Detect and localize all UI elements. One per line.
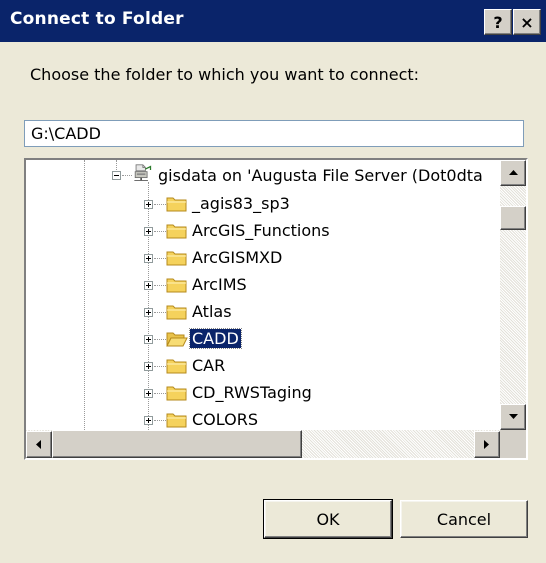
folder-icon <box>166 224 187 239</box>
expand-toggle-icon[interactable] <box>144 254 153 263</box>
arrow-right-icon <box>484 440 489 449</box>
instruction-text: Choose the folder to which you want to c… <box>30 65 420 84</box>
title-bar[interactable]: Connect to Folder ? × <box>0 0 546 42</box>
tree-item-label: ArcGIS_Functions <box>192 221 330 240</box>
ok-button[interactable]: OK <box>263 499 393 539</box>
tree-connector <box>154 393 166 394</box>
folder-icon <box>166 413 187 428</box>
arrow-down-icon <box>508 414 518 419</box>
tree-connector <box>154 420 166 421</box>
tree-item[interactable]: Atlas <box>26 300 500 324</box>
help-button[interactable]: ? <box>484 9 512 35</box>
tree-item[interactable]: ArcGIS_Functions <box>26 219 500 243</box>
folder-path-input[interactable]: G:\CADD <box>24 120 524 147</box>
folder-icon <box>166 251 187 266</box>
tree-item[interactable]: _agis83_sp3 <box>26 192 500 216</box>
cancel-button[interactable]: Cancel <box>400 500 528 538</box>
tree-item[interactable]: ArcGISMXD <box>26 246 500 270</box>
vertical-scrollbar[interactable] <box>500 160 526 430</box>
tree-item-label: CD_RWSTaging <box>192 383 312 402</box>
expand-toggle-icon[interactable] <box>144 227 153 236</box>
tree-connector <box>154 312 166 313</box>
scroll-right-button[interactable] <box>474 431 500 458</box>
arrow-up-icon <box>508 170 518 175</box>
expand-toggle-icon[interactable] <box>144 362 153 371</box>
close-button[interactable]: × <box>513 9 541 35</box>
tree-content: gisdata on 'Augusta File Server (Dot0dta… <box>26 160 500 430</box>
scroll-down-button[interactable] <box>500 404 526 430</box>
tree-item[interactable]: CD_RWSTaging <box>26 381 500 405</box>
tree-connector <box>154 258 166 259</box>
folder-icon <box>166 197 187 212</box>
folder-icon <box>166 305 187 320</box>
tree-connector <box>154 204 166 205</box>
tree-connector <box>154 231 166 232</box>
tree-root-row[interactable]: gisdata on 'Augusta File Server (Dot0dta <box>26 164 500 188</box>
tree-item-label: _agis83_sp3 <box>192 194 290 213</box>
tree-item-label: ArcIMS <box>192 275 247 294</box>
tree-item[interactable]: COLORS <box>26 408 500 430</box>
horizontal-scrollbar[interactable] <box>26 430 500 458</box>
tree-item-selected[interactable]: CADD <box>26 327 500 351</box>
arrow-left-icon <box>36 440 41 449</box>
tree-item[interactable]: CAR <box>26 354 500 378</box>
network-drive-icon <box>134 164 152 181</box>
horizontal-scroll-thumb[interactable] <box>52 430 302 458</box>
tree-connector <box>154 366 166 367</box>
expand-toggle-icon[interactable] <box>144 335 153 344</box>
folder-icon <box>166 386 187 401</box>
tree-item-label: ArcGISMXD <box>192 248 283 267</box>
tree-item[interactable]: ArcIMS <box>26 273 500 297</box>
vertical-scroll-thumb[interactable] <box>500 206 526 230</box>
scroll-left-button[interactable] <box>26 431 52 458</box>
folder-tree[interactable]: gisdata on 'Augusta File Server (Dot0dta… <box>24 158 528 460</box>
scroll-up-button[interactable] <box>500 160 526 186</box>
expand-toggle-icon[interactable] <box>144 200 153 209</box>
tree-item-label: Atlas <box>192 302 232 321</box>
expand-toggle-icon[interactable] <box>144 416 153 425</box>
folder-icon <box>166 278 187 293</box>
tree-item-label: COLORS <box>192 410 258 429</box>
expand-toggle-icon[interactable] <box>144 281 153 290</box>
expand-toggle-icon[interactable] <box>144 389 153 398</box>
collapse-toggle-icon[interactable] <box>112 171 121 180</box>
scrollbar-corner <box>500 430 526 458</box>
expand-toggle-icon[interactable] <box>144 308 153 317</box>
tree-connector <box>154 339 166 340</box>
window-title: Connect to Folder <box>10 9 184 29</box>
tree-root-label: gisdata on 'Augusta File Server (Dot0dta <box>158 166 483 185</box>
tree-connector <box>154 285 166 286</box>
tree-item-label: CAR <box>192 356 226 375</box>
folder-icon <box>166 359 187 374</box>
tree-item-label: CADD <box>189 328 242 349</box>
open-folder-icon <box>166 332 188 347</box>
